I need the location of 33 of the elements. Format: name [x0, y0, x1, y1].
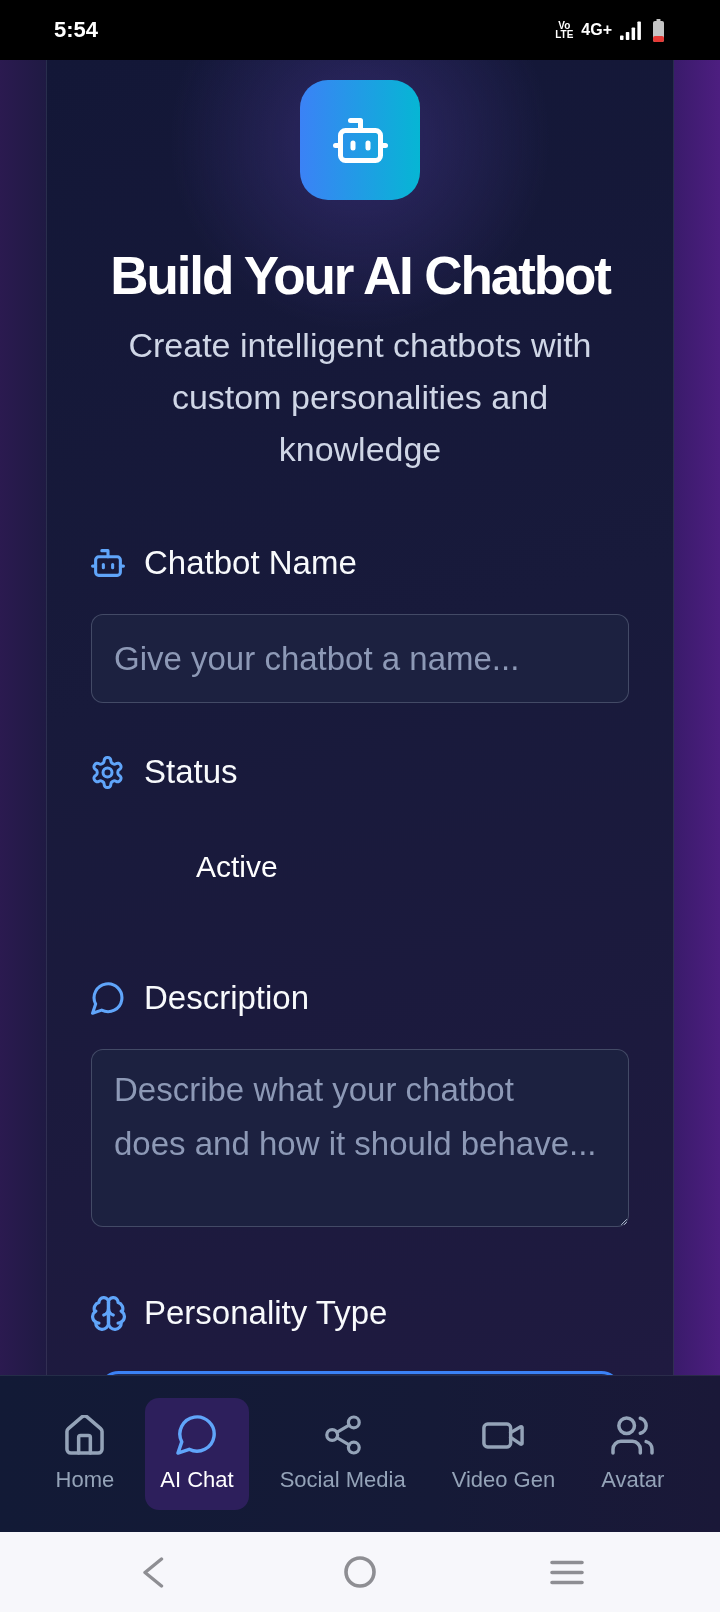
- chat-bubble-icon: [91, 981, 125, 1015]
- nav-tab[interactable]: Avatar: [586, 1398, 680, 1510]
- resize-grip-icon: [620, 1218, 627, 1225]
- back-icon[interactable]: [142, 1556, 164, 1588]
- field-label: Personality Type: [144, 1293, 388, 1333]
- textarea-field[interactable]: Describe what your chatbot does and how it should behave...: [91, 1049, 629, 1227]
- home-icon: [65, 1415, 105, 1455]
- network-type: 4G+: [581, 20, 612, 40]
- status-time: 5:54: [54, 17, 99, 43]
- page-title: Build Your AI Chatbot: [110, 246, 610, 306]
- nav-tab[interactable]: AI Chat: [145, 1398, 249, 1510]
- battery-icon: [653, 18, 664, 42]
- field-label: Description: [144, 978, 310, 1018]
- text-input[interactable]: Give your chatbot a name...: [91, 614, 629, 703]
- settings-icon: [91, 755, 124, 789]
- users-icon: [611, 1415, 655, 1455]
- nav-tab[interactable]: Social Media: [264, 1398, 421, 1510]
- brain-icon: [91, 1295, 126, 1331]
- menu-icon[interactable]: [550, 1559, 584, 1585]
- robot-icon: [91, 549, 125, 577]
- share-icon: [324, 1415, 361, 1455]
- status-text: Active: [196, 849, 278, 885]
- home-circle-icon[interactable]: [344, 1556, 376, 1588]
- field-label: Status: [144, 752, 238, 792]
- field-label: Chatbot Name: [144, 543, 357, 583]
- page-subtitle: Create intelligent chatbots with custom personalities and knowledge: [127, 325, 593, 470]
- nav-tab[interactable]: Home: [40, 1398, 130, 1510]
- robot-icon: [300, 80, 420, 200]
- volte-indicator: Vo LTE: [555, 21, 574, 39]
- chat-bubble-icon: [176, 1415, 218, 1455]
- video-camera-icon: [482, 1421, 525, 1449]
- nav-tab[interactable]: Video Gen: [436, 1398, 571, 1510]
- signal-icon: [620, 20, 641, 40]
